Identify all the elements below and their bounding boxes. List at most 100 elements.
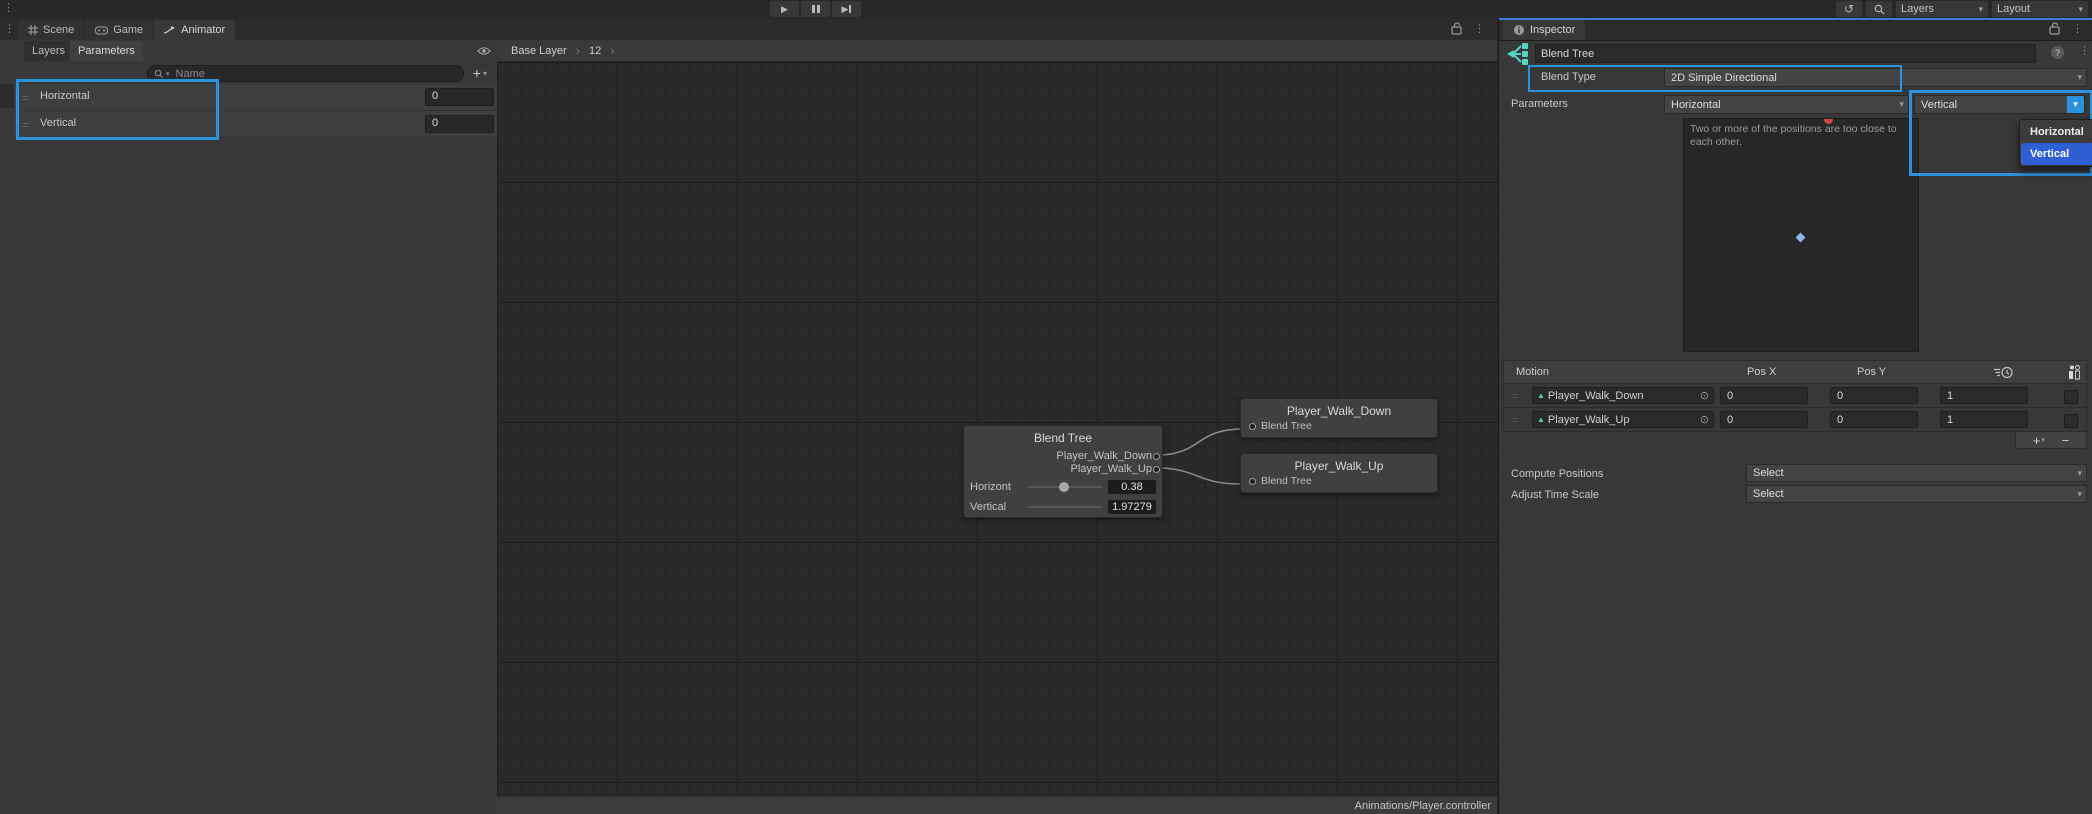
object-picker-icon[interactable]: ⊙ <box>1700 389 1709 402</box>
adjust-time-scale-dropdown[interactable]: Select ▾ <box>1746 485 2087 503</box>
context-menu-icon[interactable]: ⋮ <box>2079 46 2090 56</box>
play-icon: ▶ <box>781 4 788 15</box>
parameter-y-value: Vertical <box>1921 99 1957 111</box>
tab-inspector[interactable]: Inspector <box>1503 20 1585 40</box>
animator-window: Scene Game Animator ⋮ ⋮ ⋮ Layers Para <box>0 18 1497 814</box>
node-input-label: Blend Tree <box>1261 475 1312 487</box>
drag-handle-icon[interactable]: = <box>22 91 29 105</box>
breadcrumb-base-layer[interactable]: Base Layer <box>511 45 567 57</box>
pause-button[interactable] <box>801 1 830 17</box>
slider-value-field[interactable]: 1.97279 <box>1108 500 1156 514</box>
tab-scene[interactable]: Scene <box>18 20 84 40</box>
panel-menu-icon[interactable]: ⋮ <box>1474 24 1485 34</box>
motion-clip-name: Player_Walk_Up <box>1548 414 1630 426</box>
layers-view-tab[interactable]: Layers <box>24 41 73 61</box>
breadcrumb-blend-tree[interactable]: 12 <box>589 45 601 57</box>
chevron-down-icon[interactable]: ▾ <box>2067 96 2084 113</box>
motion-row-player-walk-down[interactable]: = ▲ Player_Walk_Down ⊙ 0 0 1 <box>1503 384 2087 408</box>
pos-x-field[interactable]: 0 <box>1720 387 1808 404</box>
dropdown-option-vertical[interactable]: Vertical <box>2021 143 2092 165</box>
unlock-icon[interactable] <box>1451 22 1462 35</box>
toolbar-menu-icon[interactable]: ⋮ <box>3 3 14 13</box>
pane-handle-icon[interactable]: ⋮ <box>4 24 15 34</box>
blend-type-dropdown[interactable]: 2D Simple Directional ▾ <box>1664 68 2087 87</box>
motion-node-title: Player_Walk_Up <box>1241 454 1437 473</box>
tab-animator-label: Animator <box>181 24 225 36</box>
slider-value-field[interactable]: 0.38 <box>1108 480 1156 494</box>
parameter-x-dropdown[interactable]: Horizontal ▾ <box>1664 95 1909 114</box>
output-port[interactable] <box>1153 453 1160 460</box>
parameter-row-horizontal[interactable]: = Horizontal 0 <box>14 84 497 111</box>
parameter-name: Vertical <box>40 117 76 129</box>
node-output-label: Player_Walk_Down <box>1056 450 1152 462</box>
blend-tree-node[interactable]: Blend Tree Player_Walk_Down Player_Walk_… <box>963 425 1163 518</box>
slider-track[interactable] <box>1028 486 1102 488</box>
play-button[interactable]: ▶ <box>770 1 799 17</box>
add-parameter-button[interactable]: + ▾ <box>473 65 487 81</box>
object-picker-icon[interactable]: ⊙ <box>1700 413 1709 426</box>
input-port[interactable] <box>1249 478 1256 485</box>
blend-space-preview[interactable]: Two or more of the positions are too clo… <box>1683 118 1919 352</box>
focused-panel-indicator <box>1499 18 2092 20</box>
parameter-row-vertical[interactable]: = Vertical 0 <box>14 111 497 138</box>
input-port[interactable] <box>1249 423 1256 430</box>
dropdown-option-horizontal[interactable]: Horizontal <box>2021 121 2092 143</box>
tab-scene-label: Scene <box>43 24 74 36</box>
unlock-icon[interactable] <box>2049 22 2060 35</box>
slider-track[interactable] <box>1028 506 1102 508</box>
tab-game[interactable]: Game <box>85 20 153 40</box>
graph-canvas[interactable]: Blend Tree Player_Walk_Down Player_Walk_… <box>497 62 1497 814</box>
search-input[interactable] <box>174 67 457 81</box>
scene-grid-icon <box>28 25 38 35</box>
drag-handle-icon[interactable]: = <box>1512 413 1519 427</box>
motion-row-player-walk-up[interactable]: = ▲ Player_Walk_Up ⊙ 0 0 1 <box>1503 408 2087 432</box>
plus-icon: + <box>473 65 481 81</box>
add-motion-button[interactable]: + ▾ <box>2033 433 2045 448</box>
motion-object-field[interactable]: ▲ Player_Walk_Down ⊙ <box>1532 387 1714 404</box>
slider-knob[interactable] <box>1059 482 1069 492</box>
motion-object-field[interactable]: ▲ Player_Walk_Up ⊙ <box>1532 411 1714 428</box>
blend-type-value: 2D Simple Directional <box>1671 72 1777 84</box>
panel-menu-icon[interactable]: ⋮ <box>2072 24 2083 34</box>
output-port[interactable] <box>1153 466 1160 473</box>
mirror-checkbox[interactable] <box>2064 390 2078 404</box>
search-button[interactable] <box>1866 1 1892 17</box>
parameter-name: Horizontal <box>40 90 90 102</box>
motion-node-player-walk-up[interactable]: Player_Walk_Up Blend Tree <box>1240 453 1438 493</box>
chevron-down-icon: ▾ <box>2078 4 2083 15</box>
mirror-checkbox[interactable] <box>2064 414 2078 428</box>
compute-positions-dropdown[interactable]: Select ▾ <box>1746 464 2087 482</box>
parameter-search-field[interactable]: ▾ <box>147 65 464 82</box>
help-icon[interactable]: ? <box>2051 46 2064 59</box>
pos-y-field[interactable]: 0 <box>1830 387 1918 404</box>
drag-handle-icon[interactable]: = <box>1512 389 1519 403</box>
compute-positions-value: Select <box>1753 467 1784 479</box>
speed-field[interactable]: 1 <box>1940 411 2028 428</box>
compute-positions-label: Compute Positions <box>1511 468 1603 480</box>
inspector-window: Inspector ⋮ Blend Tree ? ⋮ Blend Type 2D… <box>1498 18 2092 814</box>
pos-y-field[interactable]: 0 <box>1830 411 1918 428</box>
pos-x-field[interactable]: 0 <box>1720 411 1808 428</box>
slider-label: Vertical <box>970 501 1022 513</box>
motion-clip-name: Player_Walk_Down <box>1548 390 1644 402</box>
layout-dropdown[interactable]: Layout ▾ <box>1992 1 2088 17</box>
drag-handle-icon[interactable]: = <box>22 118 29 132</box>
blend-position-diamond[interactable] <box>1796 233 1806 243</box>
step-button[interactable]: ▶ <box>832 1 861 17</box>
controller-path-statusbar: Animations/Player.controller <box>497 796 1497 814</box>
motion-node-player-walk-down[interactable]: Player_Walk_Down Blend Tree <box>1240 398 1438 438</box>
tab-animator[interactable]: Animator <box>154 20 235 40</box>
undo-history-button[interactable]: ↺ <box>1836 1 1862 17</box>
inspector-tabstrip: Inspector ⋮ <box>1499 18 2092 41</box>
blend-tree-name-field[interactable]: Blend Tree <box>1535 44 2036 63</box>
eye-icon[interactable] <box>477 46 491 56</box>
parameter-y-dropdown[interactable]: Vertical ▾ <box>1914 95 2085 114</box>
parameter-value-field[interactable]: 0 <box>425 88 494 106</box>
parameters-view-tab[interactable]: Parameters <box>70 41 143 61</box>
tab-inspector-label: Inspector <box>1530 24 1575 36</box>
layers-dropdown[interactable]: Layers ▾ <box>1896 1 1988 17</box>
parameter-value-field[interactable]: 0 <box>425 115 494 133</box>
remove-motion-button[interactable]: − <box>2062 433 2070 448</box>
search-icon <box>1874 4 1885 15</box>
speed-field[interactable]: 1 <box>1940 387 2028 404</box>
